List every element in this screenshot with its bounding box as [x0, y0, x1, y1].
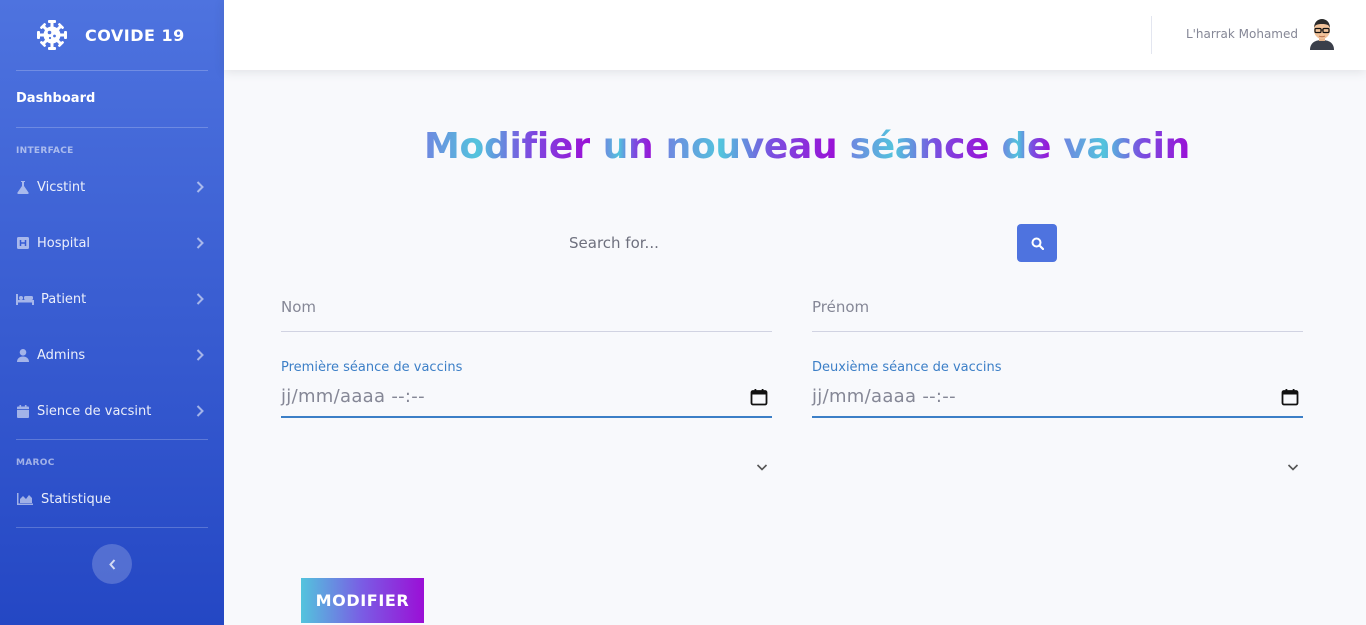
sidebar-divider [16, 527, 208, 528]
date-placeholder: jj/mm/aaaa --:-- [281, 386, 425, 407]
deuxieme-seance-input[interactable]: jj/mm/aaaa --:-- [812, 382, 1303, 418]
sidebar-item-hospital[interactable]: Hospital [0, 223, 224, 263]
area-chart-icon [16, 492, 34, 506]
chevron-right-icon [196, 405, 204, 417]
chevron-right-icon [196, 293, 204, 305]
sidebar-item-label: Vicstint [37, 179, 86, 195]
deuxieme-seance-field: Deuxième séance de vaccins jj/mm/aaaa --… [812, 360, 1303, 418]
nom-input[interactable] [281, 292, 772, 316]
title-word: vaccin [1063, 126, 1190, 167]
sidebar-item-vicstint[interactable]: Vicstint [0, 167, 224, 207]
chevron-down-icon[interactable] [755, 459, 769, 473]
sidebar-toggle-button[interactable] [92, 544, 132, 584]
premiere-seance-label: Première séance de vaccins [281, 360, 463, 375]
calendar-icon[interactable] [750, 388, 768, 406]
search-icon [1031, 237, 1044, 250]
sidebar-item-label: Hospital [37, 235, 91, 251]
title-word: nouveau [665, 126, 838, 167]
page-title: Modifier un nouveau séance de vaccin [224, 126, 1366, 167]
deuxieme-seance-label: Deuxième séance de vaccins [812, 360, 1002, 375]
sidebar-item-admins[interactable]: Admins [0, 335, 224, 375]
premiere-seance-field: Première séance de vaccins jj/mm/aaaa --… [281, 360, 772, 418]
topbar: L'harrak Mohamed [224, 0, 1366, 70]
premiere-seance-input[interactable]: jj/mm/aaaa --:-- [281, 382, 772, 418]
calendar-icon [16, 404, 30, 418]
search-button[interactable] [1017, 224, 1057, 262]
sidebar-divider [16, 70, 208, 71]
title-word: séance [849, 126, 990, 167]
chevron-left-icon [108, 558, 116, 570]
nom-field-wrapper [281, 292, 772, 332]
prenom-field-wrapper [812, 292, 1303, 332]
sidebar-divider [16, 127, 208, 128]
chevron-right-icon [196, 181, 204, 193]
chevron-right-icon [196, 349, 204, 361]
sidebar-item-label: Statistique [41, 491, 111, 507]
virus-icon [36, 19, 68, 51]
chevron-down-icon[interactable] [1286, 459, 1300, 473]
title-word: de [1001, 126, 1052, 167]
sidebar: COVIDE 19 Dashboard INTERFACE Vicstint H… [0, 0, 224, 625]
chevron-right-icon [196, 237, 204, 249]
sidebar-item-label: Admins [37, 347, 86, 363]
date-placeholder: jj/mm/aaaa --:-- [812, 386, 956, 407]
bed-icon [16, 292, 34, 306]
user-icon [16, 348, 30, 362]
user-name[interactable]: L'harrak Mohamed [1186, 27, 1298, 41]
sidebar-item-dashboard[interactable]: Dashboard [16, 91, 95, 106]
flask-icon [16, 180, 30, 194]
title-word: Modifier [424, 126, 591, 167]
sidebar-item-label: Sience de vacsint [37, 403, 152, 419]
topbar-divider [1151, 16, 1152, 54]
sidebar-heading-interface: INTERFACE [16, 146, 74, 156]
sidebar-item-sience-de-vacsint[interactable]: Sience de vacsint [0, 391, 224, 431]
avatar[interactable] [1308, 18, 1336, 50]
sidebar-item-label: Patient [41, 291, 87, 307]
calendar-icon[interactable] [1281, 388, 1299, 406]
prenom-input[interactable] [812, 292, 1303, 316]
title-word: un [602, 126, 654, 167]
sidebar-divider [16, 439, 208, 440]
sidebar-heading-maroc: MAROC [16, 458, 55, 468]
brand-text: COVIDE 19 [85, 25, 185, 45]
sidebar-item-patient[interactable]: Patient [0, 279, 224, 319]
search-input[interactable] [558, 224, 1010, 262]
modifier-button[interactable]: MODIFIER [301, 578, 424, 623]
hospital-icon [16, 236, 30, 250]
brand[interactable]: COVIDE 19 [0, 0, 224, 70]
sidebar-item-statistique[interactable]: Statistique [0, 479, 224, 519]
